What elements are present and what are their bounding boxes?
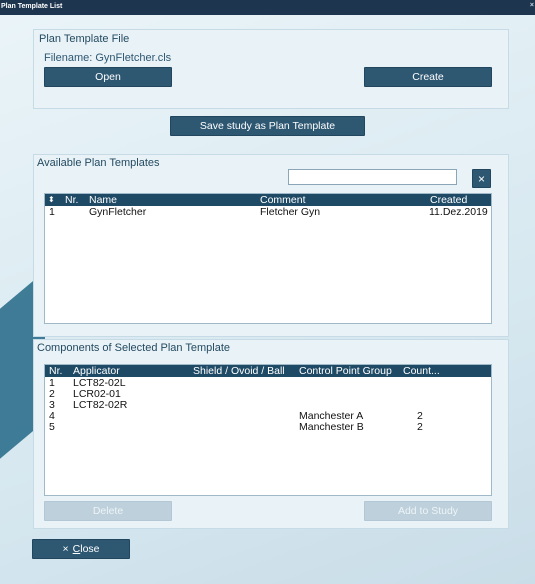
filename-label: Filename: GynFletcher.cls bbox=[44, 52, 172, 64]
save-study-as-template-button[interactable]: Save study as Plan Template bbox=[170, 116, 365, 136]
clear-search-button[interactable]: × bbox=[472, 169, 491, 188]
close-icon: × bbox=[62, 543, 69, 555]
save-study-button-label: Save study as Plan Template bbox=[199, 120, 336, 132]
open-button-label: Open bbox=[95, 71, 121, 83]
sort-icon[interactable]: ⬍ bbox=[48, 194, 55, 206]
header-created[interactable]: Created bbox=[430, 194, 467, 206]
components-header: Nr. Applicator Shield / Ovoid / Ball Con… bbox=[45, 365, 491, 377]
row-nr: 1 bbox=[49, 206, 55, 218]
delete-button-label: Delete bbox=[92, 505, 124, 517]
close-button[interactable]: × Close bbox=[32, 539, 130, 559]
close-button-mnemonic: C bbox=[72, 543, 81, 555]
header-name[interactable]: Name bbox=[89, 194, 117, 206]
row-count: 2 bbox=[417, 421, 423, 433]
components-title: Components of Selected Plan Template bbox=[37, 342, 231, 354]
header-nr[interactable]: Nr. bbox=[65, 194, 78, 206]
plan-template-file-panel: Plan Template File Filename: GynFletcher… bbox=[33, 29, 509, 109]
available-templates-header: ⬍ Nr. Name Comment Created bbox=[45, 194, 491, 206]
row-control-point-group: Manchester B bbox=[299, 421, 364, 433]
delete-button[interactable]: Delete bbox=[44, 501, 172, 521]
plan-template-file-title: Plan Template File bbox=[39, 33, 130, 45]
available-templates-title: Available Plan Templates bbox=[37, 157, 160, 169]
window-close-icon[interactable]: × bbox=[530, 2, 534, 10]
header-applicator[interactable]: Applicator bbox=[73, 365, 120, 377]
create-button[interactable]: Create bbox=[364, 67, 492, 87]
create-button-label: Create bbox=[412, 71, 444, 83]
table-row[interactable]: 4 Manchester A 2 bbox=[45, 411, 491, 422]
table-row[interactable]: 1 GynFletcher Fletcher Gyn 11.Dez.2019 bbox=[45, 207, 491, 218]
header-nr[interactable]: Nr. bbox=[49, 365, 62, 377]
header-control-point-group[interactable]: Control Point Group bbox=[299, 365, 392, 377]
available-templates-list[interactable]: ⬍ Nr. Name Comment Created 1 GynFletcher… bbox=[44, 193, 492, 324]
row-comment: Fletcher Gyn bbox=[260, 206, 321, 218]
available-templates-panel: Available Plan Templates × ⬍ Nr. Name Co… bbox=[33, 154, 509, 337]
components-list[interactable]: Nr. Applicator Shield / Ovoid / Ball Con… bbox=[44, 364, 492, 496]
add-to-study-button-label: Add to Study bbox=[397, 505, 459, 517]
window-title: Plan Template List bbox=[1, 3, 63, 10]
close-button-label: lose bbox=[80, 543, 100, 555]
row-nr: 5 bbox=[49, 421, 55, 433]
header-count[interactable]: Count... bbox=[403, 365, 440, 377]
clear-icon: × bbox=[477, 171, 485, 186]
header-shield[interactable]: Shield / Ovoid / Ball bbox=[193, 365, 285, 377]
add-to-study-button[interactable]: Add to Study bbox=[364, 501, 492, 521]
template-search-input[interactable] bbox=[288, 169, 457, 185]
components-panel: Components of Selected Plan Template Nr.… bbox=[33, 339, 509, 529]
row-name: GynFletcher bbox=[89, 206, 147, 218]
row-applicator: LCT82-02R bbox=[73, 399, 128, 411]
table-row[interactable]: 5 Manchester B 2 bbox=[45, 422, 491, 433]
table-row[interactable]: 3 LCT82-02R bbox=[45, 400, 491, 411]
window-titlebar: Plan Template List × bbox=[0, 0, 535, 15]
header-comment[interactable]: Comment bbox=[260, 194, 306, 206]
row-created: 11.Dez.2019 bbox=[429, 206, 488, 218]
open-button[interactable]: Open bbox=[44, 67, 172, 87]
dialog-body: Plan Template File Filename: GynFletcher… bbox=[0, 15, 535, 584]
